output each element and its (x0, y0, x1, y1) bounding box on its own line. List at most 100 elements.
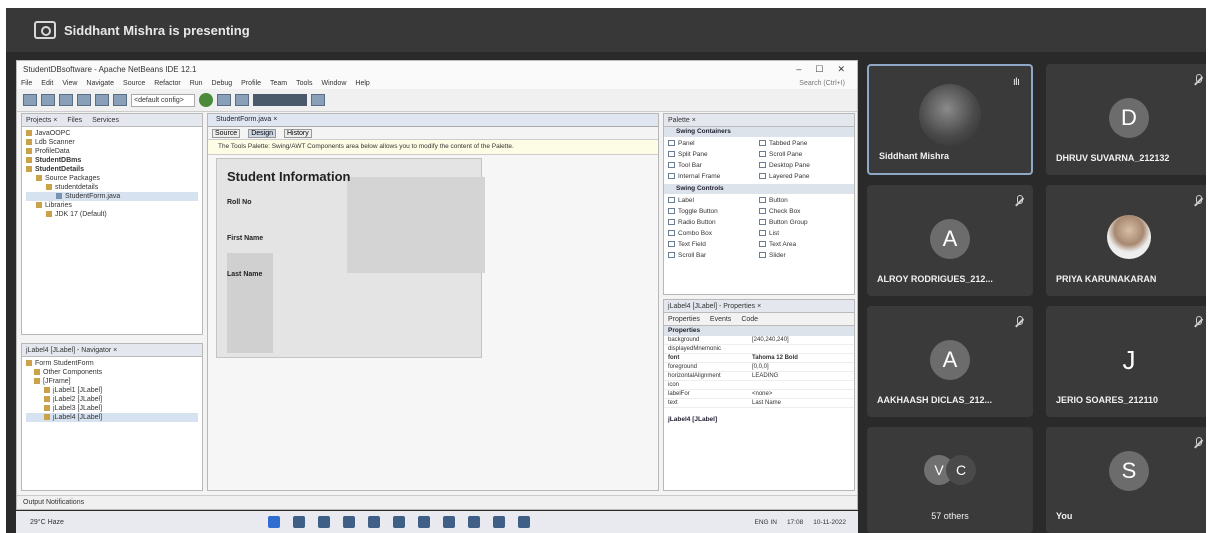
minimize-icon: – (796, 63, 802, 74)
ide-status-bar: Output Notifications (17, 495, 857, 509)
ide-window-title: StudentDBsoftware - Apache NetBeans IDE … (23, 64, 197, 74)
layered-pane-icon (759, 173, 766, 180)
participant-tile[interactable]: A ALROY RODRIGUES_212... (867, 185, 1033, 296)
menu-source: Source (123, 79, 146, 87)
tree-item: StudentDBms (26, 156, 198, 165)
tree-item: jLabel3 [JLabel] (26, 404, 198, 413)
palette-item: Button (759, 196, 850, 206)
panel-icon (668, 140, 675, 147)
presenter-banner: Siddhant Mishra is presenting (6, 8, 1206, 52)
debug-icon (234, 94, 249, 106)
open-project-icon (59, 94, 73, 106)
mic-muted-icon (1196, 437, 1202, 446)
screen-share-icon (34, 21, 56, 39)
form-label-first-name: First Name (227, 235, 264, 242)
folder-icon (34, 369, 40, 376)
tree-item: JDK 17 (Default) (26, 210, 198, 219)
scroll-pane-icon (759, 151, 766, 158)
toggle-button-icon (668, 208, 675, 215)
palette-item: Layered Pane (759, 172, 850, 182)
form-selection-strip (227, 253, 273, 353)
participant-tile[interactable]: PRIYA KARUNAKARAN (1046, 185, 1206, 296)
clock-time: 17:08 (786, 518, 804, 526)
palette-item: Text Area (759, 240, 850, 250)
participant-tile[interactable]: A AAKHAASH DICLAS_212... (867, 306, 1033, 417)
label-icon (668, 197, 675, 204)
project-icon (26, 130, 32, 137)
editor-panel: StudentForm.java × Source Design History… (207, 113, 659, 491)
tabbed-pane-icon (759, 140, 766, 147)
properties-footer: jLabel4 [JLabel] (668, 416, 718, 423)
shared-taskbar: 29°C Haze ENG IN 17:08 10-11-2022 (16, 511, 858, 533)
tab-source: Source (212, 128, 241, 138)
property-row: displayedMnemonic (664, 345, 854, 354)
menu-window: Window (321, 79, 347, 87)
form-label-last-name: Last Name (227, 271, 263, 278)
avatar (919, 84, 981, 146)
avatar: J (1122, 344, 1136, 375)
frame-icon (34, 378, 40, 385)
app-icon (493, 516, 505, 528)
label-icon (44, 396, 50, 403)
label-icon (44, 387, 50, 394)
properties-panel: jLabel4 [JLabel] - Properties × Properti… (663, 299, 855, 491)
mic-muted-icon (1196, 74, 1202, 83)
palette-item: Text Field (668, 240, 759, 250)
presenting-text: Siddhant Mishra is presenting (64, 22, 250, 38)
tree-item: Form StudentForm (26, 359, 198, 368)
palette-item: Tabbed Pane (759, 139, 850, 149)
check-box-icon (759, 208, 766, 215)
build-icon (216, 94, 231, 106)
form-label-roll-no: Roll No (227, 199, 252, 206)
list-icon (759, 230, 766, 237)
text-area-icon (759, 241, 766, 248)
tree-item-selected: StudentForm.java (26, 192, 198, 201)
tree-item: Libraries (26, 201, 198, 210)
ide-search-box: Search (Ctrl+I) (799, 79, 845, 87)
shared-screen: StudentDBsoftware - Apache NetBeans IDE … (16, 60, 858, 510)
property-row: font Tahoma 12 Bold (664, 354, 854, 363)
menu-help: Help (355, 79, 370, 87)
participant-name: DHRUV SUVARNA_212132 (1056, 153, 1170, 163)
participant-tile[interactable]: J JERIO SOARES_212110 (1046, 306, 1206, 417)
palette-item: Tool Bar (668, 161, 759, 171)
tool-bar-icon (668, 162, 675, 169)
tree-item: [JFrame] (26, 377, 198, 386)
tree-item: jLabel1 [JLabel] (26, 386, 198, 395)
label-icon (44, 405, 50, 412)
others-tile[interactable]: V C 57 others (867, 427, 1033, 533)
save-all-icon (77, 94, 91, 106)
desktop-pane-icon (759, 162, 766, 169)
maximize-icon: ☐ (815, 63, 824, 74)
property-row: labelFor <none> (664, 390, 854, 399)
navigator-title: jLabel4 [JLabel] - Navigator × (26, 346, 118, 354)
participant-tile[interactable]: ıIı Siddhant Mishra (867, 64, 1033, 175)
self-tile[interactable]: S You (1046, 427, 1206, 533)
participant-tile[interactable]: D DHRUV SUVARNA_212132 (1046, 64, 1206, 175)
tab-services: Services (92, 116, 119, 124)
palette-item: Desktop Pane (759, 161, 850, 171)
participant-name: AAKHAASH DICLAS_212... (877, 395, 993, 405)
editor-tab: StudentForm.java × (208, 114, 658, 127)
split-pane-icon (668, 151, 675, 158)
palette-item: Radio Button (668, 218, 759, 228)
project-icon (26, 157, 32, 164)
project-icon (26, 139, 32, 146)
tree-item: Ldb Scanner (26, 138, 198, 147)
menu-edit: Edit (41, 79, 54, 87)
clock-date: 10-11-2022 (813, 518, 846, 526)
java-file-icon (56, 193, 62, 200)
task-view-icon (318, 516, 330, 528)
internal-frame-icon (668, 173, 675, 180)
avatar: A (930, 340, 970, 380)
new-project-icon (41, 94, 55, 106)
scroll-bar-icon (668, 252, 675, 259)
tree-item: ProfileData (26, 147, 198, 156)
app-icon (468, 516, 480, 528)
file-explorer-icon (393, 516, 405, 528)
tab-code: Code (741, 315, 759, 323)
redo-icon (113, 94, 127, 106)
palette-item: Combo Box (668, 229, 759, 239)
others-count: 57 others (931, 511, 969, 521)
palette-info-bar: The Tools Palette: Swing/AWT Components … (208, 140, 658, 155)
